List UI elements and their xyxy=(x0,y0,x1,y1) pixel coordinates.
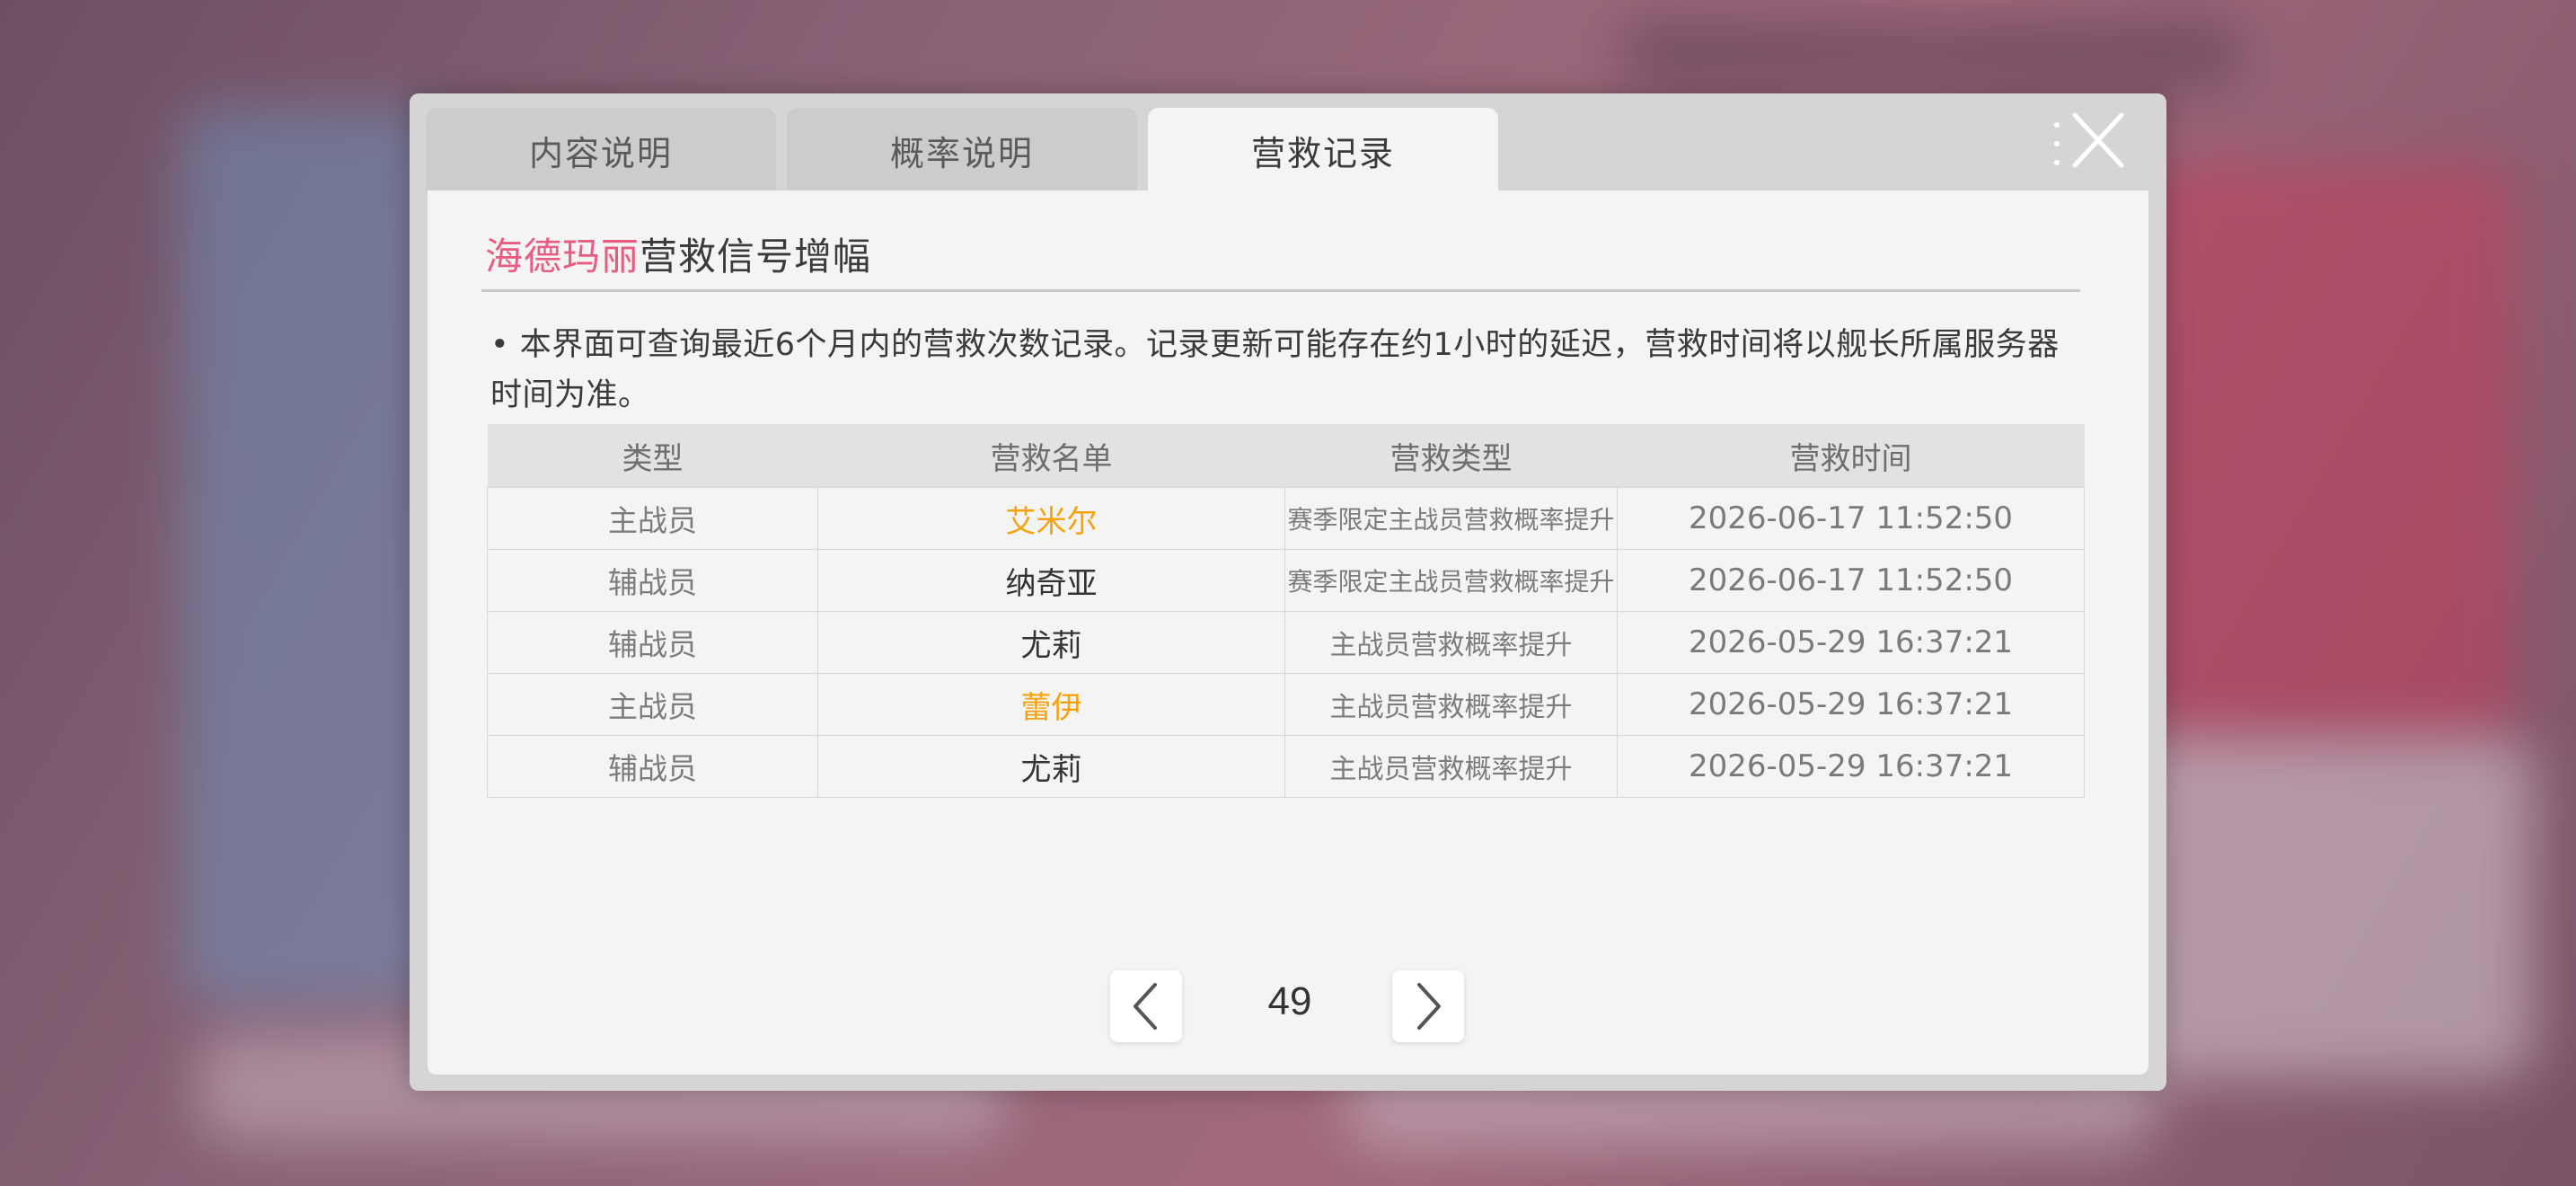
title-text: 营救信号增幅 xyxy=(640,235,872,279)
cell-time: 2026-06-17 11:52:50 xyxy=(1617,549,2085,612)
cell-kind: 辅战员 xyxy=(487,549,818,612)
prev-page-button[interactable] xyxy=(1110,970,1182,1042)
next-page-button[interactable] xyxy=(1392,970,1464,1042)
chevron-right-icon xyxy=(1417,983,1441,1030)
tab-probability-description[interactable]: 概率说明 xyxy=(787,108,1137,192)
cell-name: 艾米尔 xyxy=(817,487,1285,550)
cell-name: 尤莉 xyxy=(817,611,1285,674)
cell-kind: 辅战员 xyxy=(487,611,818,674)
cell-time: 2026-05-29 16:37:21 xyxy=(1617,673,2085,736)
character-name: 海德玛丽 xyxy=(485,235,640,279)
background-blur xyxy=(180,108,449,1006)
cell-kind: 主战员 xyxy=(487,487,818,550)
cell-type: 主战员营救概率提升 xyxy=(1284,735,1618,798)
cell-type: 主战员营救概率提升 xyxy=(1284,611,1618,674)
tab-rescue-record[interactable]: 营救记录 xyxy=(1148,108,1498,192)
header-type: 类型 xyxy=(487,424,818,488)
header-rescue-type: 营救类型 xyxy=(1284,424,1618,488)
divider xyxy=(481,289,2080,292)
chevron-left-icon xyxy=(1134,983,1157,1030)
cell-type: 主战员营救概率提升 xyxy=(1284,673,1618,736)
info-note: • 本界面可查询最近6个月内的营救次数记录。记录更新可能存在约1小时的延迟，营救… xyxy=(490,327,2060,413)
table-row: 辅战员 纳奇亚 赛季限定主战员营救概率提升 2026-06-17 11:52:5… xyxy=(487,549,2085,612)
background-blur xyxy=(2138,162,2515,746)
table-row: 主战员 蕾伊 主战员营救概率提升 2026-05-29 16:37:21 xyxy=(487,673,2085,736)
background-blur xyxy=(1617,18,2245,90)
header-rescue-time: 营救时间 xyxy=(1617,424,2085,488)
cell-name: 蕾伊 xyxy=(817,673,1285,736)
cell-name: 纳奇亚 xyxy=(817,549,1285,612)
header-name-list: 营救名单 xyxy=(817,424,1285,488)
tab-content-description[interactable]: 内容说明 xyxy=(426,108,776,192)
cell-time: 2026-05-29 16:37:21 xyxy=(1617,735,2085,798)
cell-name: 尤莉 xyxy=(817,735,1285,798)
cell-kind: 辅战员 xyxy=(487,735,818,798)
page-number: 49 xyxy=(1267,979,1312,1023)
rescue-record-dialog: 内容说明 概率说明 营救记录 海德玛丽营救信号增幅 • 本界面可查询最近6个月内… xyxy=(410,93,2166,1091)
content-panel: 海德玛丽营救信号增幅 • 本界面可查询最近6个月内的营救次数记录。记录更新可能存… xyxy=(428,190,2148,1075)
close-button[interactable] xyxy=(2053,111,2129,176)
cell-type: 赛季限定主战员营救概率提升 xyxy=(1284,487,1618,550)
table-row: 辅战员 尤莉 主战员营救概率提升 2026-05-29 16:37:21 xyxy=(487,611,2085,674)
cell-type: 赛季限定主战员营救概率提升 xyxy=(1284,549,1618,612)
cell-time: 2026-06-17 11:52:50 xyxy=(1617,487,2085,550)
more-dots-icon xyxy=(2053,122,2060,165)
table-row: 辅战员 尤莉 主战员营救概率提升 2026-05-29 16:37:21 xyxy=(487,735,2085,798)
rescue-record-table: 类型 营救名单 营救类型 营救时间 主战员 艾米尔 赛季限定主战员营救概率提升 … xyxy=(487,424,2085,798)
table-header-row: 类型 营救名单 营救类型 营救时间 xyxy=(487,424,2085,488)
cell-time: 2026-05-29 16:37:21 xyxy=(1617,611,2085,674)
close-icon xyxy=(2072,112,2124,168)
table-row: 主战员 艾米尔 赛季限定主战员营救概率提升 2026-06-17 11:52:5… xyxy=(487,487,2085,550)
cell-kind: 主战员 xyxy=(487,673,818,736)
page-title: 海德玛丽营救信号增幅 xyxy=(485,226,871,281)
